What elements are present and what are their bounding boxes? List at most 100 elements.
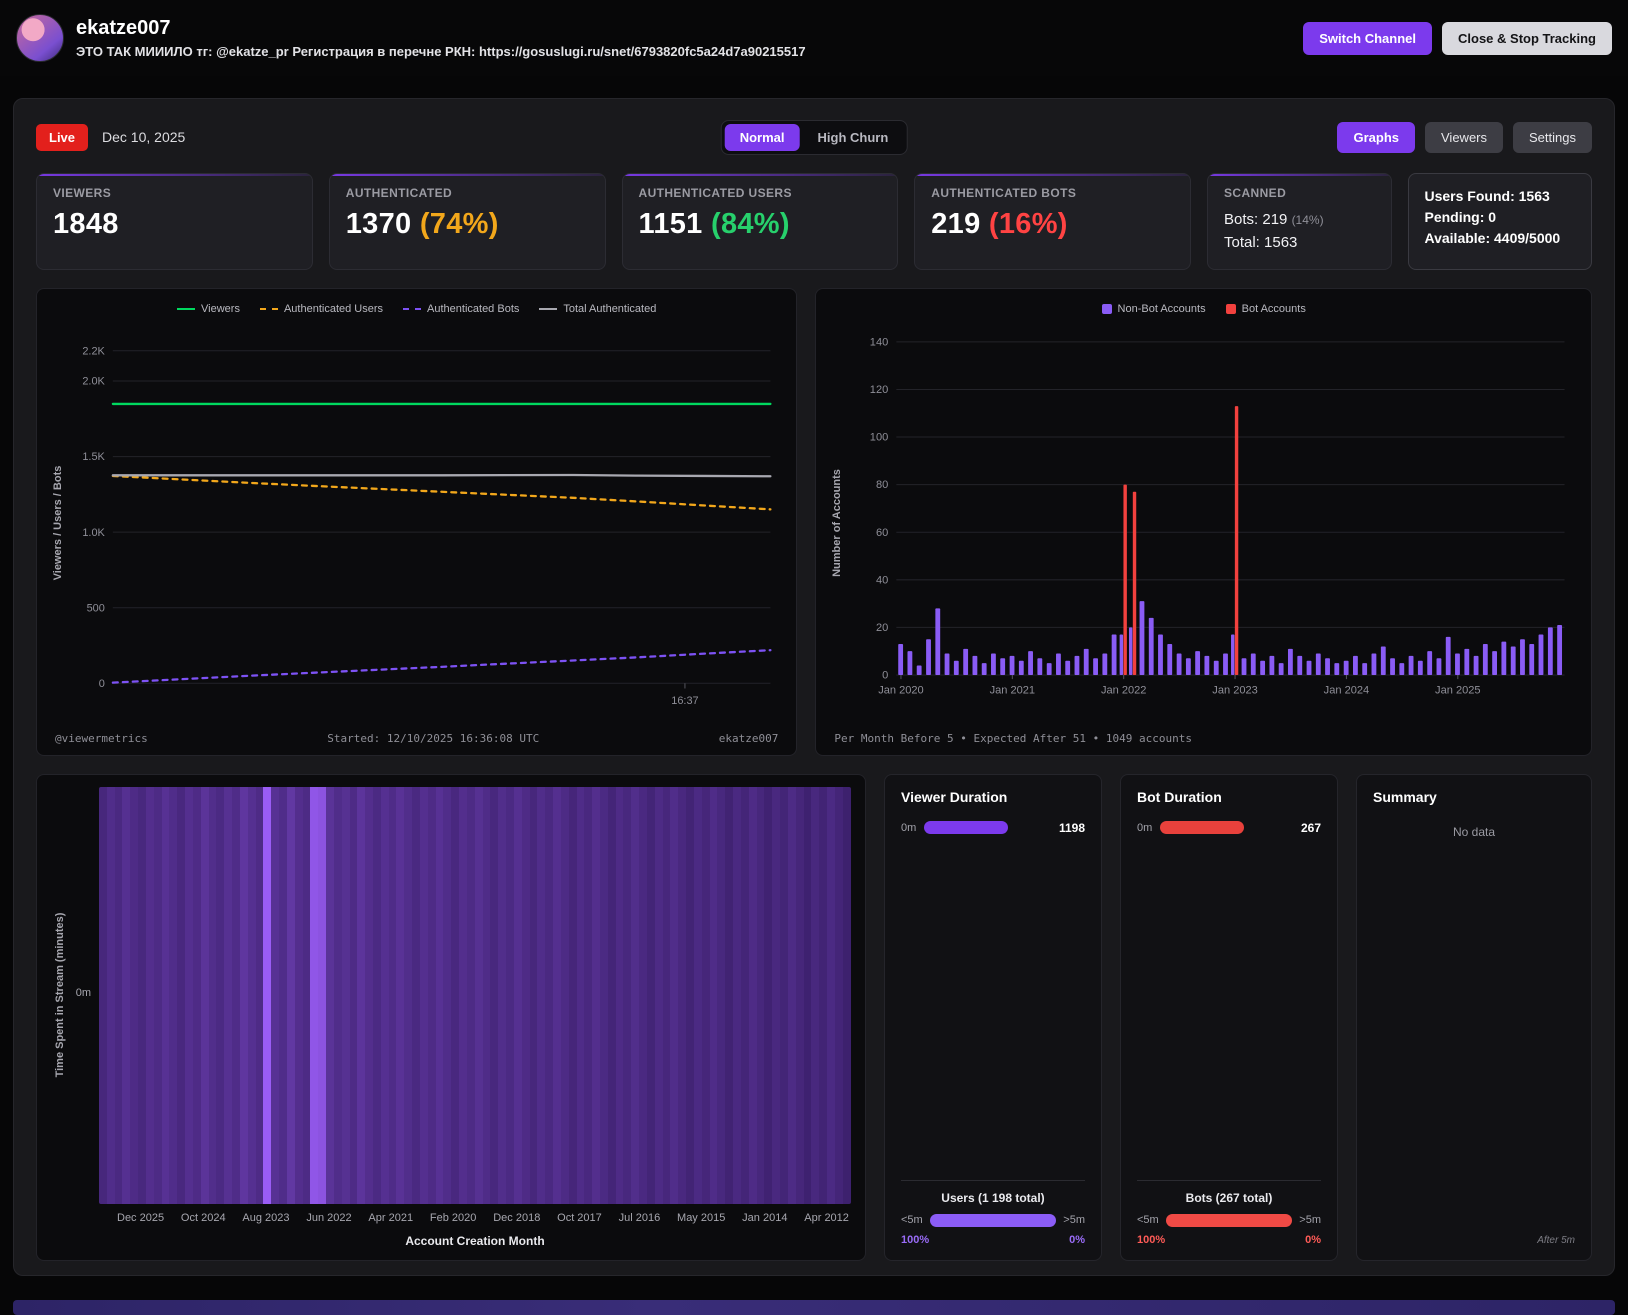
heatmap-column (827, 787, 835, 1204)
heatmap-column (686, 787, 694, 1204)
tab-settings[interactable]: Settings (1513, 122, 1592, 153)
stat-value: 219 (16%) (931, 208, 1174, 241)
summary-card: Summary No data After 5m (1356, 774, 1592, 1261)
heatmap-x-tick: Oct 2017 (557, 1212, 602, 1224)
heatmap-column (169, 787, 177, 1204)
heatmap-column (702, 787, 710, 1204)
heatmap-column (843, 787, 851, 1204)
viewer-range-bar (930, 1214, 1057, 1227)
scanned-total-line: Total: 1563 (1224, 231, 1375, 254)
heatmap-column (248, 787, 256, 1204)
heatmap-column (780, 787, 788, 1204)
heatmap-column (678, 787, 686, 1204)
heatmap-column (537, 787, 545, 1204)
bar-chart-legend: Non-Bot Accounts Bot Accounts (828, 297, 1579, 319)
heatmap-column (796, 787, 804, 1204)
bot-left-percent: 100% (1137, 1234, 1165, 1246)
legend-label: Bot Accounts (1242, 303, 1306, 315)
heatmap-column (819, 787, 827, 1204)
viewer-duration-bar (924, 821, 1008, 834)
heatmap-x-tick: Oct 2024 (181, 1212, 226, 1224)
close-stop-tracking-button[interactable]: Close & Stop Tracking (1442, 22, 1612, 55)
stat-value: 1370 (74%) (346, 208, 589, 241)
heatmap-column (569, 787, 577, 1204)
toolbar: Live Dec 10, 2025 Normal High Churn Grap… (36, 119, 1592, 155)
stat-number: 219 (931, 208, 980, 240)
bot-range-bar (1166, 1214, 1293, 1227)
mode-high-churn-button[interactable]: High Churn (803, 124, 904, 151)
legend-label: Non-Bot Accounts (1118, 303, 1206, 315)
heatmap-column (811, 787, 819, 1204)
dashboard-panel: Live Dec 10, 2025 Normal High Churn Grap… (13, 98, 1615, 1276)
legend-swatch (177, 308, 195, 310)
viewer-range-right-label: >5m (1063, 1214, 1085, 1226)
heatmap-column (623, 787, 631, 1204)
heatmap-x-tick: May 2015 (677, 1212, 725, 1224)
heatmap-column (193, 787, 201, 1204)
legend-item: Authenticated Bots (403, 303, 519, 315)
channel-avatar (16, 14, 64, 62)
tab-viewers[interactable]: Viewers (1425, 122, 1503, 153)
stat-percent: (74%) (420, 208, 499, 240)
heatmap-column (835, 787, 843, 1204)
legend-swatch (403, 308, 421, 310)
tab-graphs[interactable]: Graphs (1337, 122, 1415, 153)
heatmap-column (639, 787, 647, 1204)
bar-chart-footer: Per Month Before 5 • Expected After 51 •… (834, 732, 1192, 745)
heatmap-column (498, 787, 506, 1204)
switch-channel-button[interactable]: Switch Channel (1303, 22, 1432, 55)
viewer-left-percent: 100% (901, 1234, 929, 1246)
stat-label: AUTHENTICATED (346, 186, 589, 200)
heatmap-column (506, 787, 514, 1204)
heatmap-column (279, 787, 287, 1204)
live-badge: Live (36, 124, 88, 151)
heatmap-column (357, 787, 365, 1204)
heatmap-column (710, 787, 718, 1204)
svg-text:100: 100 (870, 431, 888, 443)
heatmap-column (467, 787, 475, 1204)
heatmap-x-tick: Dec 2025 (117, 1212, 164, 1224)
bot-right-percent: 0% (1305, 1234, 1321, 1246)
bot-duration-bucket-label: 0m (1137, 822, 1152, 834)
heatmap-x-tick: Jun 2022 (306, 1212, 351, 1224)
heatmap-column (318, 787, 326, 1204)
chart-watermark: @viewermetrics (55, 732, 148, 745)
legend-item: Bot Accounts (1226, 303, 1306, 315)
legend-label: Viewers (201, 303, 240, 315)
stat-label: AUTHENTICATED BOTS (931, 186, 1174, 200)
bot-range-right-label: >5m (1299, 1214, 1321, 1226)
heatmap-column (310, 787, 318, 1204)
svg-text:Jan 2025: Jan 2025 (1435, 684, 1481, 696)
summary-after-note: After 5m (1373, 1235, 1575, 1246)
stat-card-viewers: VIEWERS 1848 (36, 173, 313, 270)
heatmap-column (389, 787, 397, 1204)
heatmap-column (443, 787, 451, 1204)
heatmap-column (240, 787, 248, 1204)
svg-text:Jan 2024: Jan 2024 (1324, 684, 1370, 696)
heatmap-column (287, 787, 295, 1204)
heatmap-column (216, 787, 224, 1204)
heatmap-column (201, 787, 209, 1204)
time-spent-heatmap-panel: Time Spent in Stream (minutes) 0m Dec 20… (36, 774, 866, 1261)
bar-chart-y-axis-label: Number of Accounts (831, 469, 843, 577)
mode-normal-button[interactable]: Normal (725, 124, 800, 151)
svg-text:0: 0 (99, 677, 105, 689)
heatmap-column (545, 787, 553, 1204)
heatmap-column (326, 787, 334, 1204)
stat-card-users-found: Users Found: 1563 Pending: 0 Available: … (1408, 173, 1593, 270)
heatmap-column (154, 787, 162, 1204)
heatmap-column (365, 787, 373, 1204)
legend-item: Total Authenticated (539, 303, 656, 315)
heatmap-column (373, 787, 381, 1204)
stat-card-authenticated-users: AUTHENTICATED USERS 1151 (84%) (622, 173, 899, 270)
legend-label: Total Authenticated (563, 303, 656, 315)
stat-percent: (16%) (989, 208, 1068, 240)
heatmap-column (130, 787, 138, 1204)
bottom-row: Time Spent in Stream (minutes) 0m Dec 20… (36, 774, 1592, 1261)
heatmap-column (138, 787, 146, 1204)
heatmap-column (232, 787, 240, 1204)
legend-item: Viewers (177, 303, 240, 315)
heatmap-column (725, 787, 733, 1204)
heatmap-column (295, 787, 303, 1204)
heatmap-column (577, 787, 585, 1204)
